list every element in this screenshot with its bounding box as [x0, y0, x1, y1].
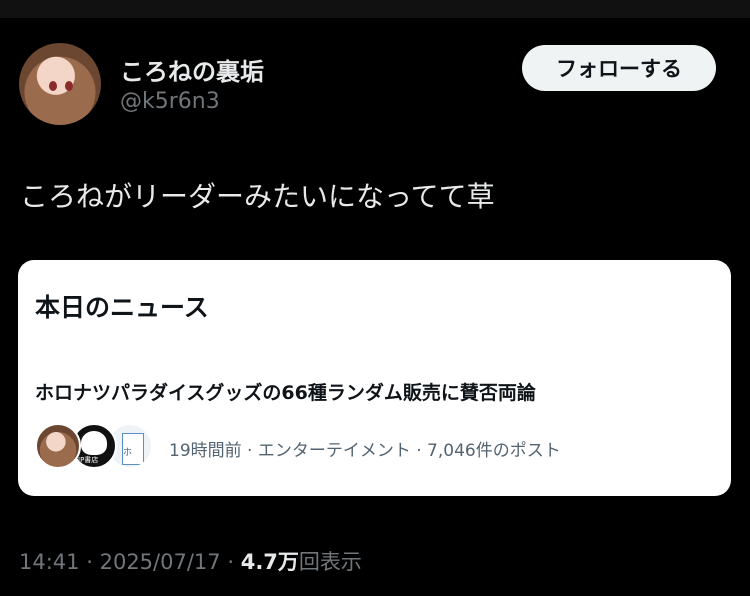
tweet-date[interactable]: 2025/07/17: [100, 550, 221, 574]
avatar-eye: [65, 81, 73, 91]
footer-separator: ·: [227, 550, 235, 574]
milk-carton-label: ホ: [123, 448, 133, 458]
view-label: 回表示: [298, 550, 362, 574]
anime-girl-avatar: [35, 423, 81, 469]
news-headline[interactable]: ホロナツパラダイスグッズの66種ランダム販売に賛否両論: [35, 378, 536, 405]
avatar-eye: [49, 81, 57, 91]
author-display-name[interactable]: ころねの裏垢: [120, 52, 264, 87]
news-card-heading: 本日のニュース: [35, 293, 209, 322]
author-avatar[interactable]: [19, 43, 101, 125]
ip-shoten-label: IP書店: [78, 456, 99, 464]
news-avatar-stack: IP書店 ホ: [35, 423, 165, 471]
top-bar: [0, 0, 750, 18]
view-count: 4.7万: [240, 550, 299, 574]
news-card[interactable]: 本日のニュース ホロナツパラダイスグッズの66種ランダム販売に賛否両論 IP書店…: [18, 260, 731, 496]
tweet-footer: 14:41 · 2025/07/17 · 4.7万回表示: [19, 546, 362, 576]
tweet-time[interactable]: 14:41: [19, 550, 80, 574]
footer-separator: ·: [86, 550, 93, 574]
follow-button[interactable]: フォローする: [522, 45, 716, 91]
tweet-text: ころねがリーダーみたいになってて草: [20, 180, 495, 213]
author-handle[interactable]: @k5r6n3: [120, 89, 220, 114]
news-meta: 19時間前 · エンターテイメント · 7,046件のポスト: [169, 441, 561, 461]
ghost-logo-icon: [81, 431, 107, 455]
